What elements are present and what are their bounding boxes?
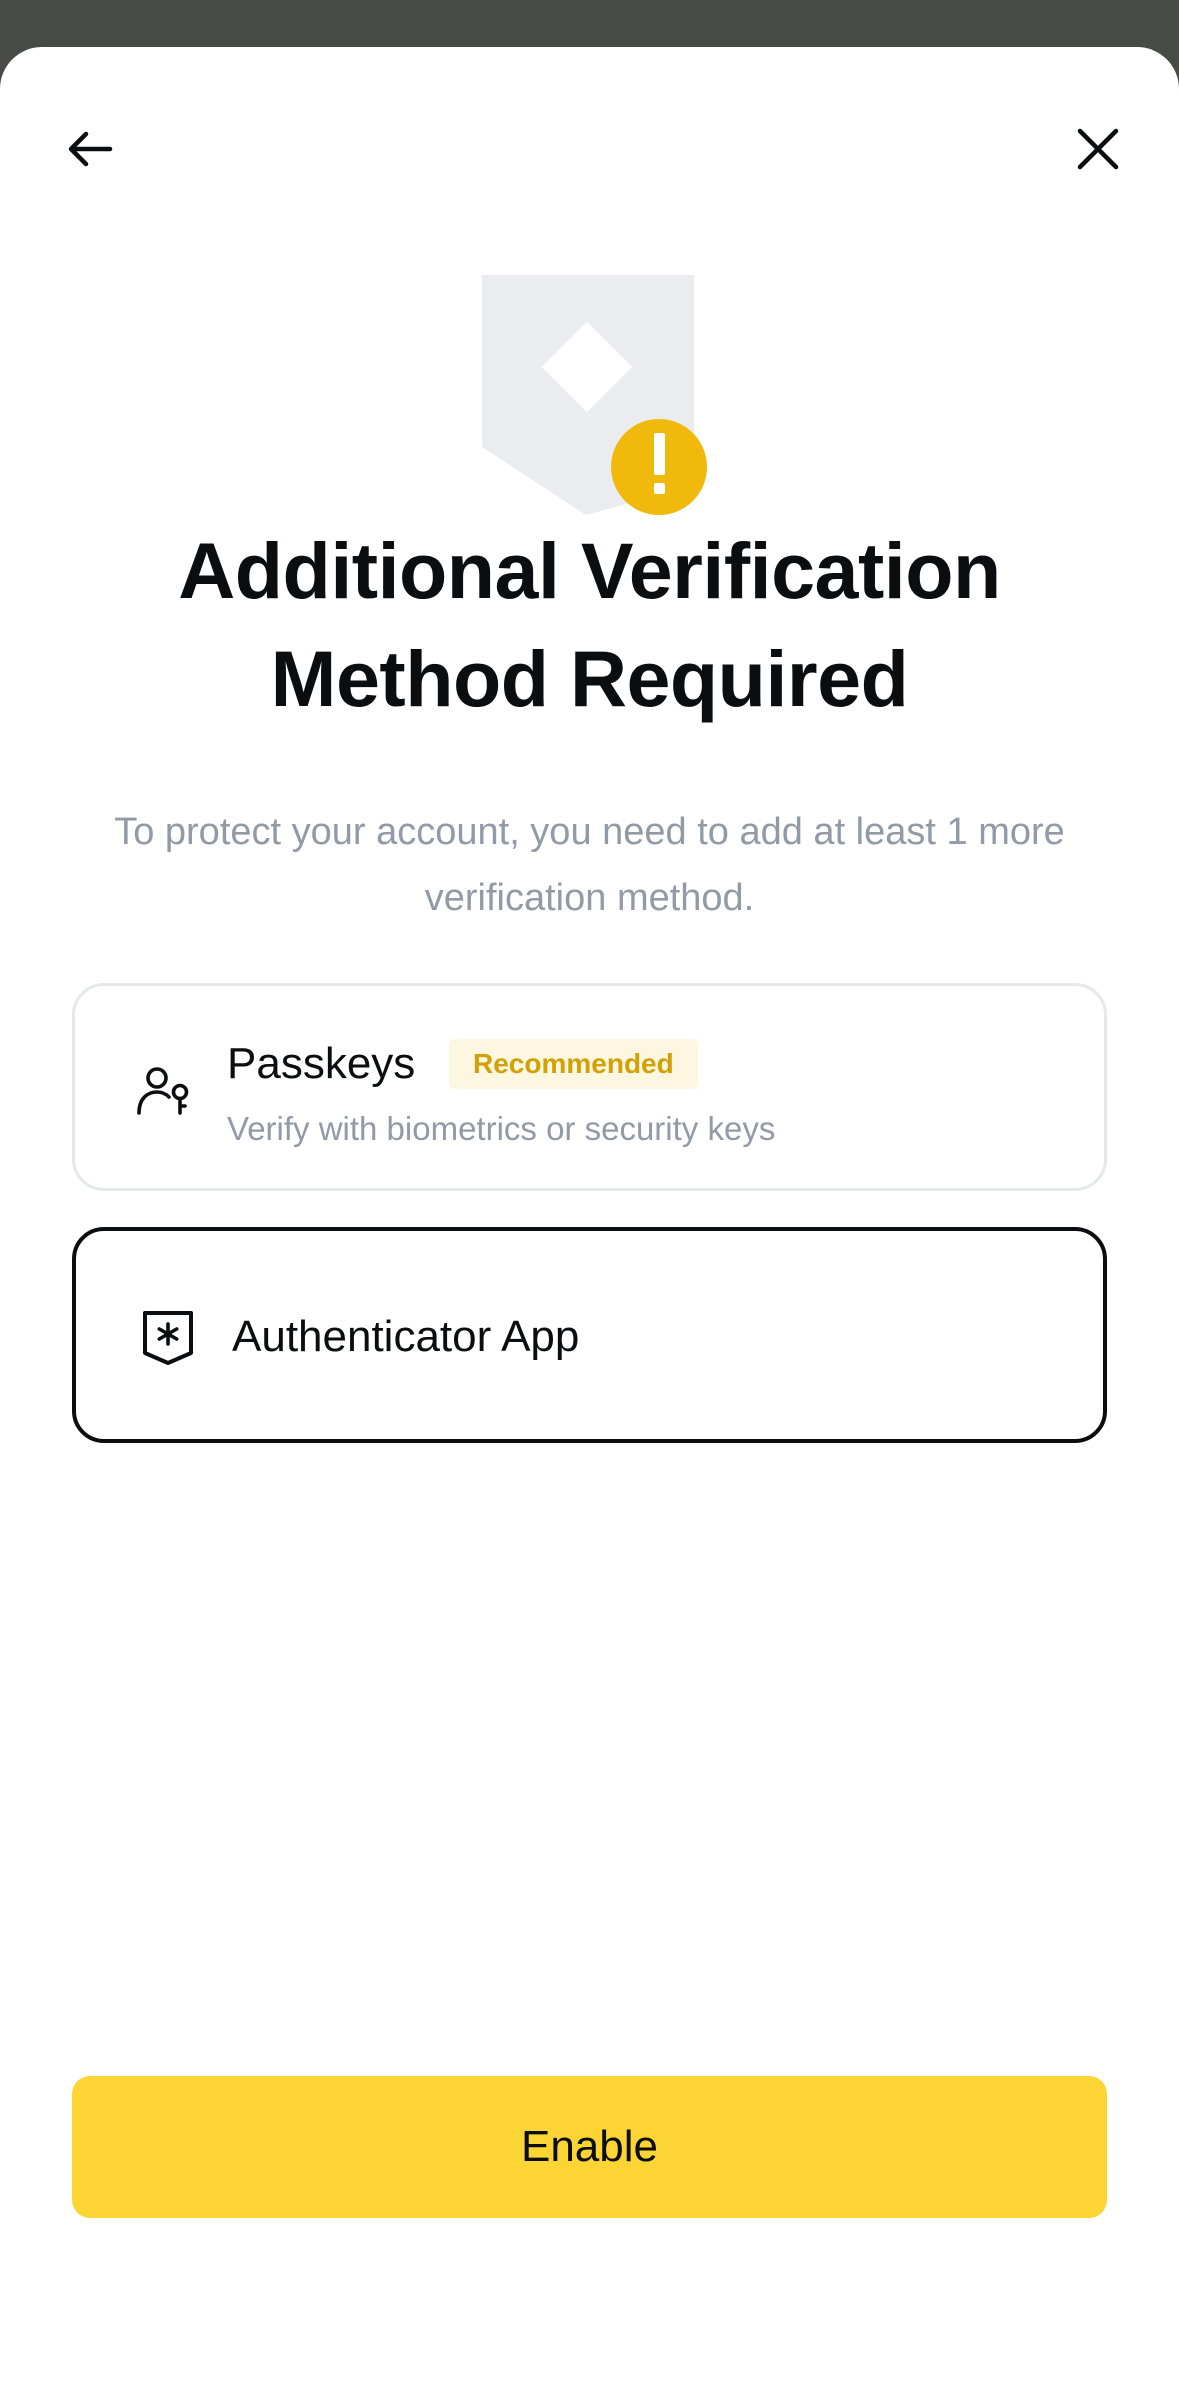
- close-icon: [1077, 128, 1119, 170]
- bottom-sheet: Additional Verification Method Required …: [0, 47, 1179, 2396]
- passkeys-option[interactable]: Passkeys Recommended Verify with biometr…: [72, 983, 1107, 1191]
- page-title: Additional Verification Method Required: [178, 526, 1001, 723]
- authenticator-shield-icon: [138, 1307, 198, 1367]
- passkeys-label: Passkeys: [227, 1039, 416, 1088]
- back-button[interactable]: [54, 113, 126, 185]
- passkey-user-icon: [135, 1061, 195, 1121]
- enable-button[interactable]: Enable: [72, 2076, 1107, 2218]
- authenticator-app-option[interactable]: Authenticator App: [72, 1227, 1107, 1443]
- authenticator-app-label: Authenticator App: [232, 1312, 580, 1361]
- passkeys-description: Verify with biometrics or security keys: [227, 1110, 776, 1147]
- arrow-left-icon: [68, 131, 113, 167]
- page-subtitle: To protect your account, you need to add…: [114, 811, 1065, 919]
- close-button[interactable]: [1062, 113, 1134, 185]
- recommended-badge: Recommended: [449, 1039, 698, 1089]
- hero-illustration: [478, 227, 710, 517]
- shield-warning-icon: [482, 275, 707, 515]
